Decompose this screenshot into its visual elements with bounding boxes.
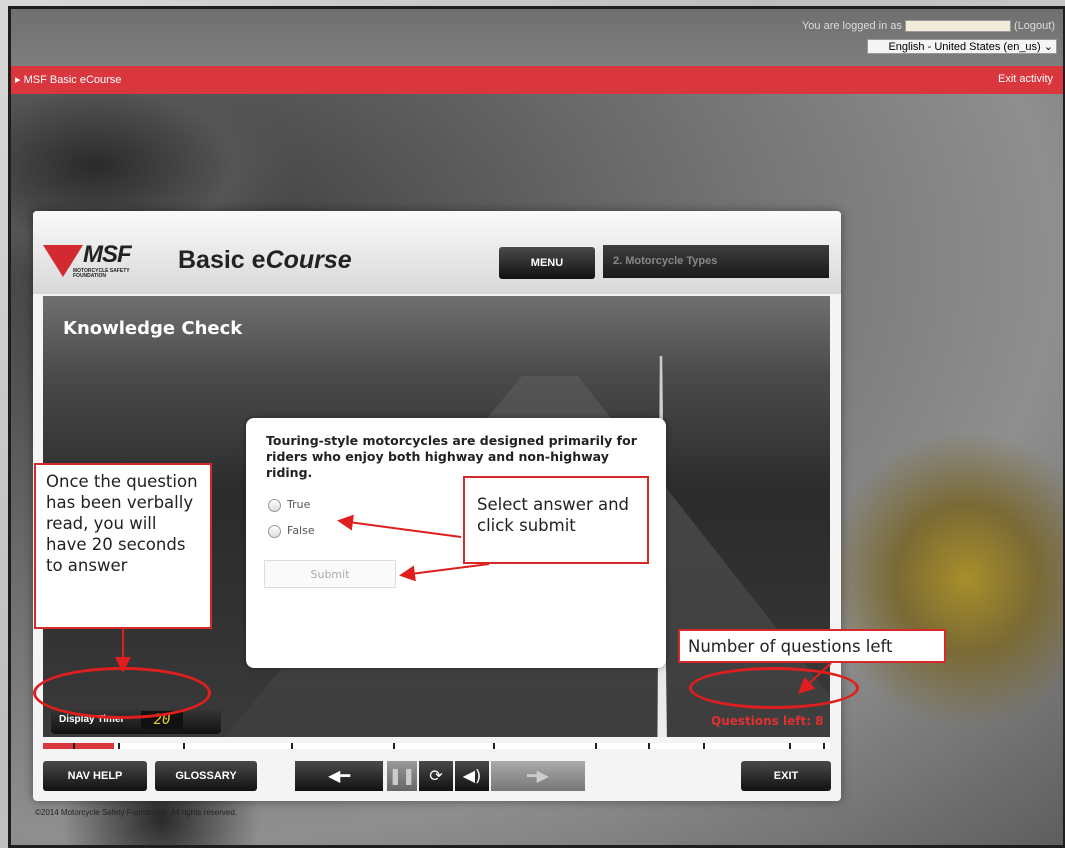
progress-tick — [393, 743, 395, 749]
select-annotation: Select answer and click submit — [463, 476, 649, 564]
next-arrow-icon[interactable]: ━▶ — [491, 761, 585, 791]
course-title: Basic eCourse — [178, 246, 352, 275]
option-false[interactable]: False — [268, 524, 315, 538]
pause-icon[interactable]: ❚❚ — [387, 761, 417, 791]
exit-activity-link[interactable]: Exit activity — [998, 73, 1053, 85]
progress-tick — [648, 743, 650, 749]
playback-controls: ◀━ ❚❚ ⟳ ◀) ━▶ — [295, 761, 585, 791]
progress-tick — [73, 743, 75, 749]
language-select[interactable]: English - United States (en_us) ⌄ — [867, 39, 1057, 54]
submit-button[interactable]: Submit — [264, 560, 396, 588]
questions-annotation: Number of questions left — [678, 629, 946, 663]
progress-fill — [43, 743, 114, 749]
radio-icon[interactable] — [268, 498, 281, 512]
breadcrumb-label: MSF Basic eCourse — [23, 74, 122, 86]
chapter-label: 2. Motorcycle Types — [603, 245, 829, 278]
progress-tick — [789, 743, 791, 749]
questions-highlight-ring — [689, 667, 859, 709]
progress-tick — [291, 743, 293, 749]
logout-link[interactable]: (Logout) — [1014, 20, 1055, 32]
login-status: You are logged in as (Logout) — [801, 20, 1055, 33]
chevron-down-icon: ⌄ — [1043, 41, 1053, 53]
progress-tick — [493, 743, 495, 749]
progress-tick — [823, 743, 825, 749]
msf-logo-subtitle: MOTORCYCLE SAFETY FOUNDATION — [73, 268, 130, 279]
nav-help-button[interactable]: NAV HELP — [43, 761, 147, 791]
msf-logo: MSF MOTORCYCLE SAFETY FOUNDATION — [43, 241, 163, 283]
option-true[interactable]: True — [268, 498, 310, 512]
glossary-button[interactable]: GLOSSARY — [155, 761, 257, 791]
copyright-text: ©2014 Motorcycle Safety Foundation. All … — [35, 808, 237, 817]
course-title-italic: Course — [265, 246, 352, 274]
language-select-value: English - United States (en_us) — [888, 41, 1041, 53]
course-header: MSF MOTORCYCLE SAFETY FOUNDATION Basic e… — [33, 211, 841, 294]
top-bar: You are logged in as (Logout) English - … — [11, 9, 1063, 66]
background-motorcycle — [823, 429, 1063, 729]
timer-annotation: Once the question has been verbally read… — [34, 463, 212, 629]
audio-icon[interactable]: ◀) — [455, 761, 489, 791]
msf-logo-text: MSF — [83, 241, 132, 268]
progress-tick — [703, 743, 705, 749]
course-title-plain: Basic e — [178, 246, 266, 274]
section-title: Knowledge Check — [63, 318, 243, 339]
activity-bar: ▸ MSF Basic eCourse Exit activity — [11, 66, 1063, 94]
replay-icon[interactable]: ⟳ — [419, 761, 453, 791]
exit-button[interactable]: EXIT — [741, 761, 831, 791]
progress-tick — [118, 743, 120, 749]
back-arrow-icon[interactable]: ◀━ — [295, 761, 383, 791]
screenshot-frame: You are logged in as (Logout) English - … — [8, 6, 1065, 848]
redacted-username — [904, 20, 1011, 33]
radio-icon[interactable] — [268, 524, 281, 538]
option-label: True — [287, 498, 311, 511]
questions-left-counter: Questions left: 8 — [711, 714, 824, 728]
menu-button[interactable]: MENU — [499, 247, 595, 279]
question-text: Touring-style motorcycles are designed p… — [266, 433, 637, 480]
progress-tick — [595, 743, 597, 749]
login-prefix: You are logged in as — [801, 20, 902, 32]
timer-highlight-ring — [33, 667, 211, 719]
breadcrumb[interactable]: ▸ MSF Basic eCourse — [15, 73, 121, 86]
progress-bar — [43, 743, 830, 749]
progress-tick — [183, 743, 185, 749]
triangle-right-icon: ▸ — [15, 74, 21, 86]
option-label: False — [287, 524, 315, 537]
